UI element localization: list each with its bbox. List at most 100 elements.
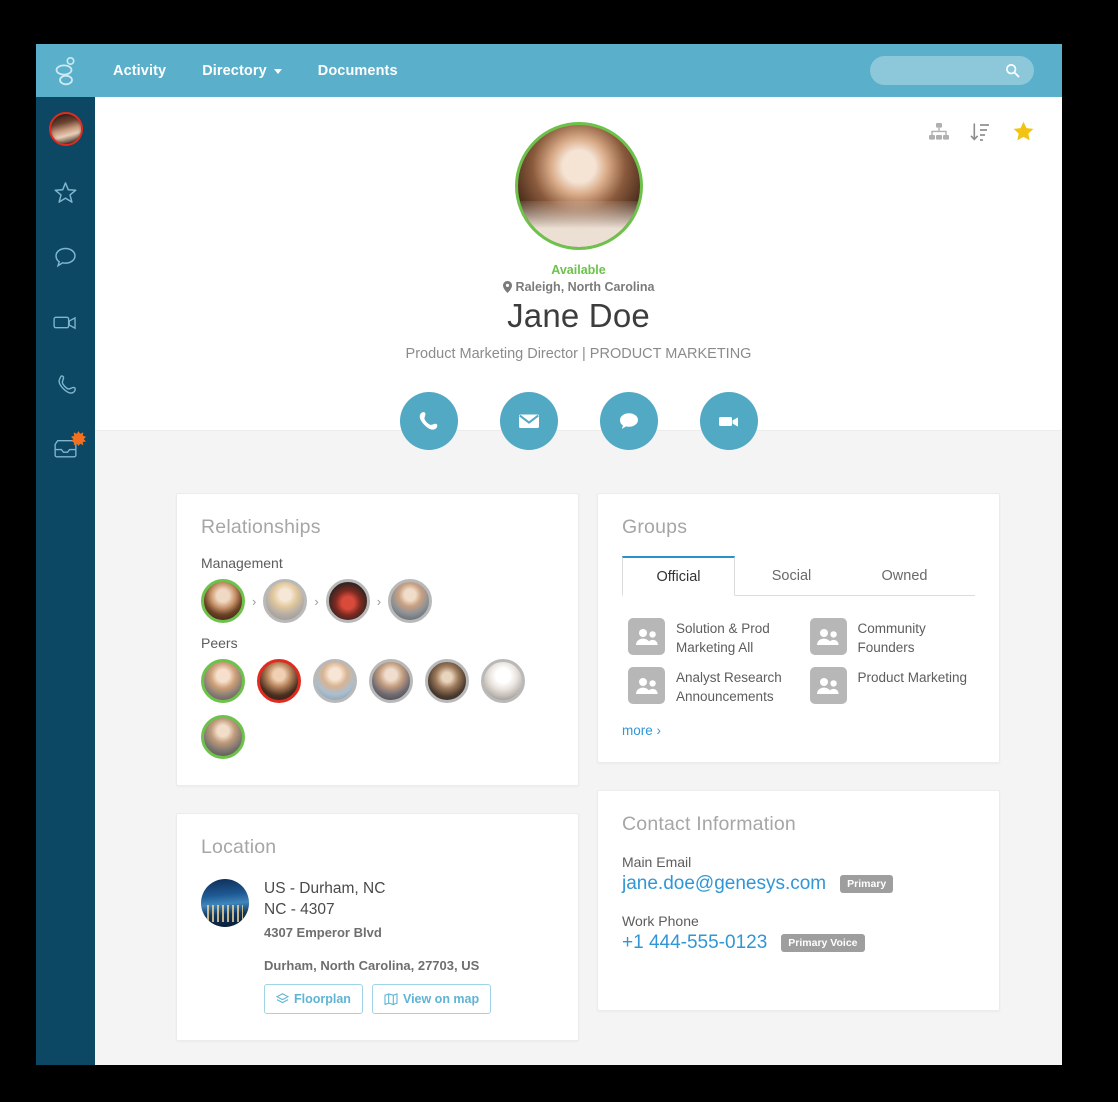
status-badge: Primary xyxy=(840,874,894,893)
group-name: Analyst Research Announcements xyxy=(676,670,782,705)
nav-item-activity[interactable]: Activity xyxy=(95,63,184,79)
chevron-down-icon xyxy=(273,69,282,74)
peer-avatar[interactable] xyxy=(201,715,245,759)
sidebar-item-favorites[interactable] xyxy=(36,161,95,225)
main-content: Available Raleigh, North Carolina Jane D… xyxy=(95,97,1062,1065)
work-phone-value[interactable]: +1 444-555-0123 xyxy=(622,932,767,954)
map-pin-icon xyxy=(502,281,512,293)
map-icon xyxy=(384,992,398,1005)
profile-location-label: Raleigh, North Carolina xyxy=(515,280,655,294)
peer-avatar[interactable] xyxy=(425,659,469,703)
video-button[interactable] xyxy=(699,392,758,450)
nav-links: Activity Directory Documents xyxy=(95,63,416,79)
nav-item-documents-label: Documents xyxy=(317,62,398,79)
profile-header: Available Raleigh, North Carolina Jane D… xyxy=(95,97,1062,450)
main-email-value[interactable]: jane.doe@genesys.com xyxy=(622,873,826,895)
management-avatar[interactable] xyxy=(388,579,433,623)
management-avatar[interactable] xyxy=(263,579,308,623)
main-email-row: jane.doe@genesys.com Primary xyxy=(622,873,975,895)
star-outline-icon xyxy=(54,181,77,203)
call-button[interactable] xyxy=(399,392,458,450)
nav-item-directory-label: Directory xyxy=(202,62,267,79)
management-avatar[interactable] xyxy=(325,579,370,623)
main-email-label: Main Email xyxy=(622,853,692,870)
envelope-icon xyxy=(518,414,539,428)
genesys-logo-icon xyxy=(55,56,75,85)
relationships-card: Relationships Management › › › Peers xyxy=(176,493,579,786)
floorplan-button[interactable]: Floorplan xyxy=(264,983,363,1014)
profile-action-buttons xyxy=(95,392,1062,450)
sort-descending-icon[interactable] xyxy=(970,122,991,148)
right-column: Groups Official Social Owned Solution & … xyxy=(597,493,1000,1041)
peer-avatar[interactable] xyxy=(369,659,413,703)
nav-item-activity-label: Activity xyxy=(113,62,167,79)
chat-bubble-icon xyxy=(55,247,76,267)
peer-avatar[interactable] xyxy=(201,659,245,703)
list-item[interactable]: Community Founders xyxy=(809,618,976,657)
sidebar-item-inbox[interactable] xyxy=(36,417,95,481)
left-column: Relationships Management › › › Peers Loc… xyxy=(176,493,579,1041)
list-item[interactable]: Analyst Research Announcements xyxy=(628,667,794,706)
sidebar-item-calls[interactable] xyxy=(36,353,95,417)
nav-item-documents[interactable]: Documents xyxy=(300,63,416,79)
location-full-address: Durham, North Carolina, 27703, US xyxy=(264,957,480,973)
management-label: Management xyxy=(201,555,283,571)
tab-social[interactable]: Social xyxy=(735,556,848,596)
people-group-icon xyxy=(628,667,665,705)
groups-card: Groups Official Social Owned Solution & … xyxy=(597,493,1000,763)
search-input[interactable] xyxy=(870,56,1034,85)
chevron-right-icon: › xyxy=(376,593,382,609)
list-item[interactable]: Solution & Prod Marketing All xyxy=(628,618,794,657)
sidebar-item-my-profile[interactable] xyxy=(36,97,95,161)
layers-icon xyxy=(276,992,289,1004)
chevron-right-icon: › xyxy=(252,593,257,609)
group-name: Product Marketing xyxy=(857,670,968,686)
tab-owned-label: Owned xyxy=(881,568,928,584)
groups-more-link[interactable]: more › xyxy=(622,723,661,738)
peer-avatar[interactable] xyxy=(481,659,525,703)
nav-item-directory[interactable]: Directory xyxy=(184,63,300,79)
phone-handset-icon xyxy=(57,375,76,394)
management-avatar[interactable] xyxy=(201,579,245,623)
email-button[interactable] xyxy=(499,392,558,450)
peers-avatars xyxy=(201,659,541,759)
work-phone-label: Work Phone xyxy=(622,912,699,929)
groups-list: Solution & Prod Marketing All Community … xyxy=(622,596,975,707)
app-logo[interactable] xyxy=(36,44,95,97)
city-photo xyxy=(201,879,249,927)
tab-official[interactable]: Official xyxy=(622,556,735,596)
tab-official-label: Official xyxy=(656,569,701,585)
peers-label: Peers xyxy=(201,635,238,651)
tab-owned[interactable]: Owned xyxy=(848,556,961,596)
phone-icon xyxy=(419,411,438,430)
groups-title: Groups xyxy=(622,516,688,538)
contact-information-card: Contact Information Main Email jane.doe@… xyxy=(597,789,1000,1011)
tab-social-label: Social xyxy=(771,568,812,584)
profile-job-title: Product Marketing Director | PRODUCT MAR… xyxy=(405,346,752,362)
group-name: Solution & Prod Marketing All xyxy=(676,621,770,656)
location-text: US - Durham, NC NC - 4307 4307 Emperor B… xyxy=(264,879,492,1014)
peer-avatar[interactable] xyxy=(257,659,301,703)
favorite-star-icon[interactable] xyxy=(1011,120,1036,149)
view-on-map-button[interactable]: View on map xyxy=(371,983,492,1014)
group-name: Community Founders xyxy=(857,621,926,656)
sidebar-item-messages[interactable] xyxy=(36,225,95,289)
location-body: US - Durham, NC NC - 4307 4307 Emperor B… xyxy=(201,875,554,1014)
people-group-icon xyxy=(628,618,665,655)
avatar xyxy=(48,112,83,146)
people-group-icon xyxy=(809,667,847,705)
view-on-map-button-label: View on map xyxy=(402,991,480,1006)
top-navigation-bar: Activity Directory Documents xyxy=(36,44,1062,97)
location-card: Location US - Durham, NC NC - 4307 4307 … xyxy=(176,813,579,1041)
floorplan-button-label: Floorplan xyxy=(294,991,351,1006)
org-chart-icon[interactable] xyxy=(928,122,950,147)
app-window: Activity Directory Documents Available R… xyxy=(36,44,1062,1065)
left-sidebar xyxy=(36,97,95,1065)
profile-location: Raleigh, North Carolina xyxy=(95,280,1062,294)
list-item[interactable]: Product Marketing xyxy=(809,667,976,706)
chat-icon xyxy=(619,413,638,429)
chat-button[interactable] xyxy=(599,392,658,450)
peer-avatar[interactable] xyxy=(313,659,357,703)
status-badge: Primary Voice xyxy=(781,933,865,952)
sidebar-item-video[interactable] xyxy=(36,289,95,353)
